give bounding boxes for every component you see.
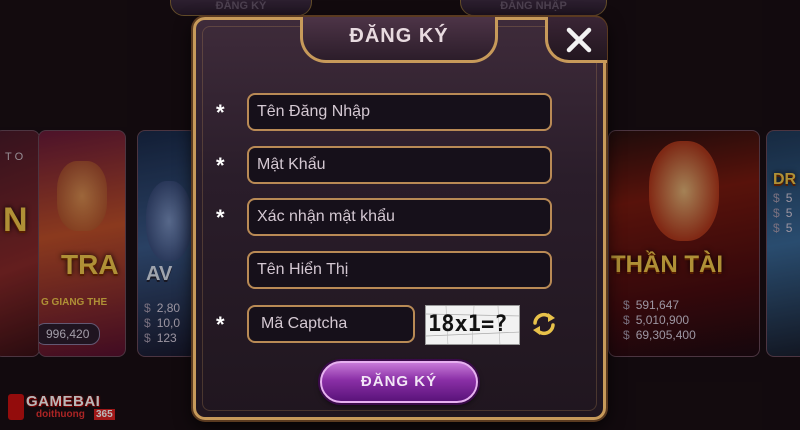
captcha-text: 18x1=?: [428, 312, 508, 337]
register-submit-label: ĐĂNG KÝ: [360, 373, 438, 390]
password-placeholder: Mật Khẩu: [257, 156, 326, 173]
confirm-password-field[interactable]: Xác nhận mật khẩu: [247, 198, 552, 236]
required-marker: *: [216, 205, 225, 230]
close-button[interactable]: [545, 17, 607, 63]
refresh-icon: [533, 312, 555, 336]
username-field[interactable]: Tên Đăng Nhập: [247, 93, 552, 131]
required-marker: *: [216, 153, 225, 178]
captcha-placeholder: Mã Captcha: [261, 315, 348, 332]
confirm-password-placeholder: Xác nhận mật khẩu: [257, 208, 395, 225]
password-field[interactable]: Mật Khẩu: [247, 146, 552, 184]
refresh-captcha-button[interactable]: [530, 310, 558, 338]
required-marker: *: [216, 312, 225, 337]
display-name-field[interactable]: Tên Hiển Thị: [247, 251, 552, 289]
username-placeholder: Tên Đăng Nhập: [257, 103, 370, 120]
modal-title: ĐĂNG KÝ: [349, 25, 449, 47]
captcha-field[interactable]: Mã Captcha: [247, 305, 415, 343]
register-submit-button[interactable]: ĐĂNG KÝ: [320, 361, 478, 403]
modal-title-tab: ĐĂNG KÝ: [300, 17, 498, 63]
close-icon: [566, 27, 592, 53]
display-name-placeholder: Tên Hiển Thị: [257, 261, 349, 278]
captcha-image: 18x1=?: [425, 305, 520, 345]
required-marker: *: [216, 100, 225, 125]
